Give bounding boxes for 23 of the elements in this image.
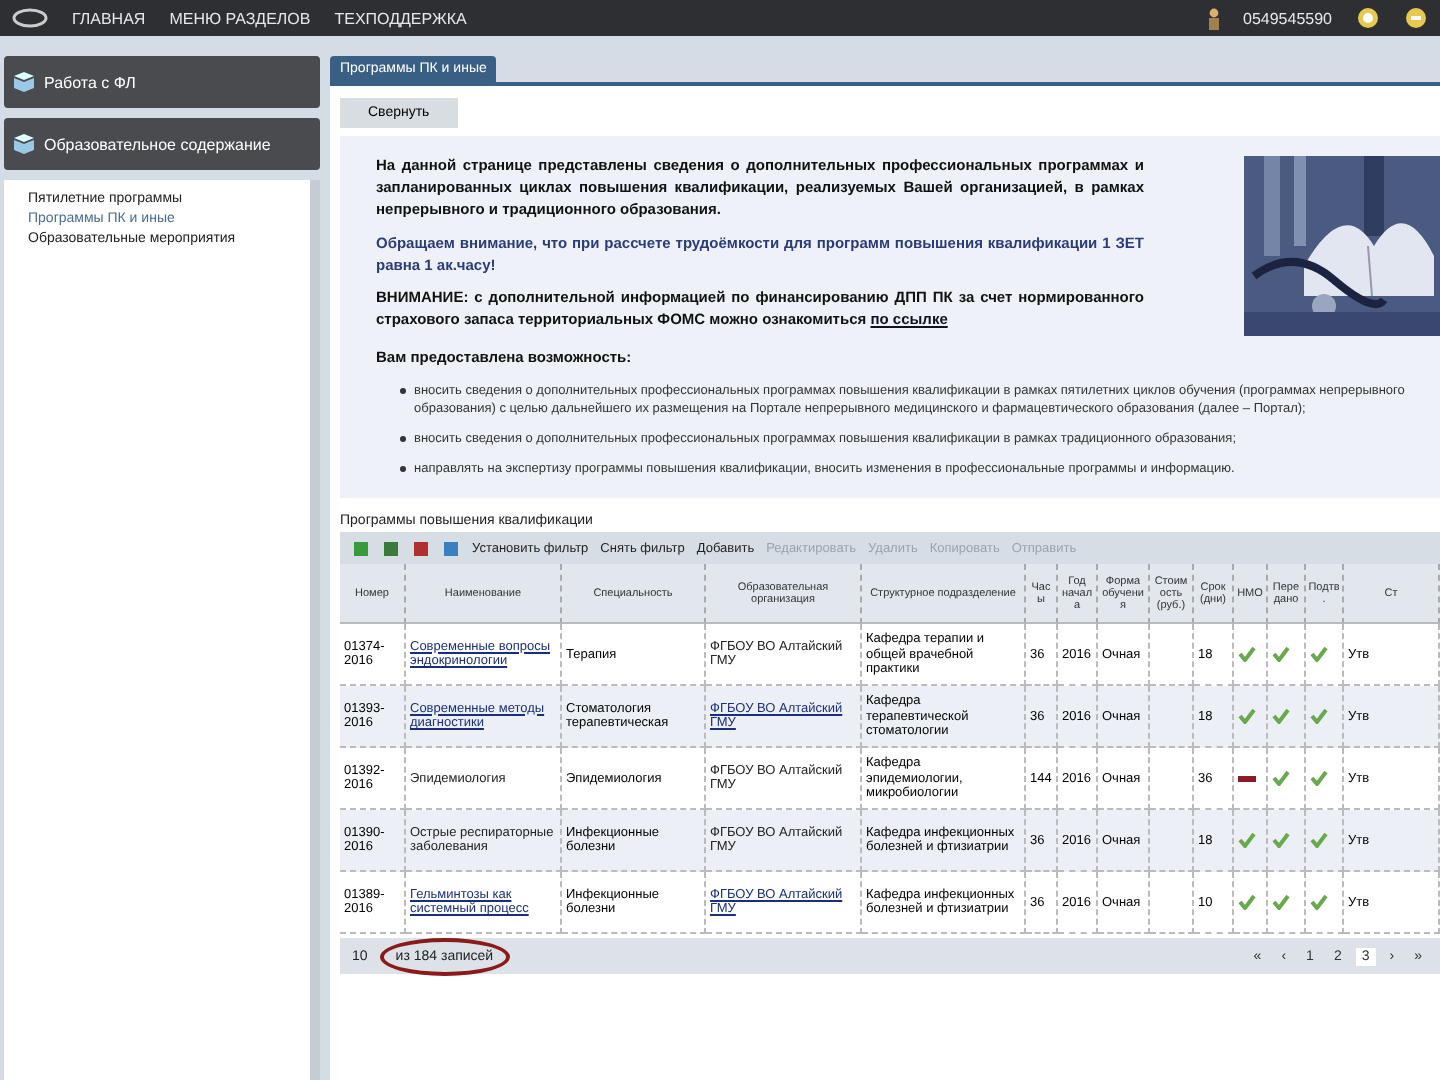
nav-link[interactable]: МЕНЮ РАЗДЕЛОВ: [169, 9, 311, 27]
nav-link[interactable]: ГЛАВНАЯ: [72, 9, 146, 27]
book-icon: [12, 72, 36, 92]
table-cell: [1150, 686, 1194, 749]
table-cell: [1150, 624, 1194, 687]
sidebar-section[interactable]: Работа с ФЛ: [4, 56, 320, 108]
table-cell: [1150, 810, 1194, 873]
bullet-icon: [400, 466, 406, 473]
logo-icon[interactable]: [12, 8, 48, 28]
section-label: Образовательное содержание: [44, 135, 271, 153]
zoom-out-icon[interactable]: [1404, 6, 1428, 30]
search-icon[interactable]: [1356, 6, 1380, 30]
table-cell: [1150, 872, 1194, 935]
highlight-ellipse: [379, 937, 510, 976]
user-icon: [1207, 7, 1219, 29]
user-id: 0549545590: [1243, 9, 1332, 27]
sidebar-section[interactable]: Образовательное содержание: [4, 118, 320, 170]
book-icon: [12, 134, 36, 154]
section-label: Работа с ФЛ: [44, 73, 136, 91]
table-cell: [1150, 748, 1194, 811]
bullet-icon: [400, 387, 406, 394]
nav-link[interactable]: ТЕХПОДДЕРЖКА: [334, 9, 467, 27]
bullet-icon: [400, 436, 406, 443]
